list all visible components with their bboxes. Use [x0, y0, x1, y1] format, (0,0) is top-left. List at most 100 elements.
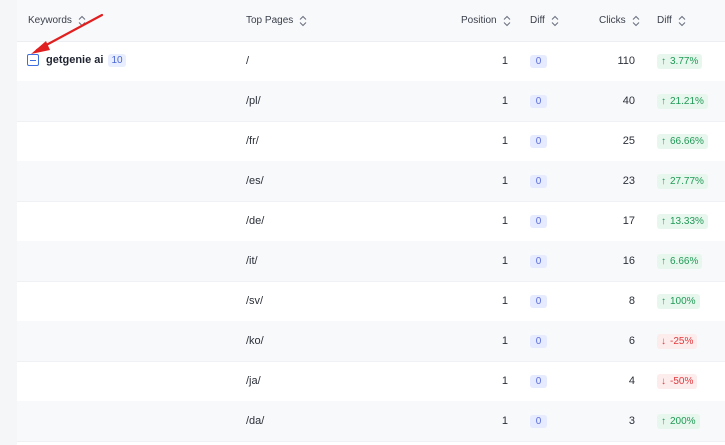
clicks-value: 25: [622, 135, 635, 147]
clicks-diff-value: -50%: [670, 375, 694, 387]
top-page-link[interactable]: /ja/: [246, 361, 261, 401]
column-header-top-pages-label: Top Pages: [246, 15, 294, 26]
arrow-up-icon: ↑: [661, 295, 666, 307]
table-row[interactable]: /pl/1 0 40 ↑ 21.21%: [17, 81, 725, 122]
position-diff-cell: 0: [530, 81, 547, 121]
clicks-diff-value: 6.66%: [670, 255, 699, 267]
clicks-diff-badge: ↓ -50%: [657, 373, 698, 389]
keyword-page-count-badge: 10: [108, 53, 126, 67]
position-diff-cell: 0: [530, 41, 547, 81]
position-diff-badge: 0: [530, 254, 547, 268]
position-value: 1: [501, 255, 508, 267]
collapse-icon[interactable]: [27, 54, 39, 66]
clicks-diff-badge: ↑ 13.33%: [657, 213, 708, 229]
clicks-diff-cell: ↑ 6.66%: [657, 241, 703, 281]
arrow-down-icon: ↓: [661, 375, 666, 387]
table-row[interactable]: /sv/1 0 8 ↑ 100%: [17, 281, 725, 322]
position-value: 1: [501, 135, 508, 147]
sort-icon[interactable]: [631, 14, 641, 28]
clicks-value: 6: [628, 335, 635, 347]
arrow-up-icon: ↑: [661, 415, 666, 427]
clicks-diff-badge: ↑ 21.21%: [657, 93, 708, 109]
table-header: Keywords Top Pages Position Diff Clicks …: [17, 0, 725, 42]
top-page-link[interactable]: /fr/: [246, 121, 259, 161]
position-diff-cell: 0: [530, 121, 547, 161]
arrow-up-icon: ↑: [661, 95, 666, 107]
arrow-up-icon: ↑: [661, 55, 666, 67]
position-diff-cell: 0: [530, 361, 547, 401]
clicks-diff-cell: ↓ -50%: [657, 361, 698, 401]
clicks-diff-value: 200%: [670, 415, 696, 427]
keywords-table: Keywords Top Pages Position Diff Clicks …: [17, 0, 725, 445]
position-value: 1: [501, 215, 508, 227]
top-page-link[interactable]: /de/: [246, 201, 264, 241]
clicks-diff-cell: ↑ 3.77%: [657, 41, 703, 81]
column-header-clicks[interactable]: Clicks: [599, 0, 641, 41]
column-header-position-diff-label: Diff: [530, 15, 545, 26]
column-header-position-label: Position: [461, 15, 497, 26]
table-row[interactable]: /ja/1 0 4 ↓ -50%: [17, 361, 725, 402]
position-diff-badge: 0: [530, 374, 547, 388]
sort-icon[interactable]: [298, 14, 308, 28]
top-page-link[interactable]: /ko/: [246, 321, 264, 361]
table-row[interactable]: /es/1 0 23 ↑ 27.77%: [17, 161, 725, 202]
clicks-diff-badge: ↑ 6.66%: [657, 253, 703, 269]
position-value: 1: [501, 55, 508, 67]
clicks-diff-badge: ↓ -25%: [657, 333, 698, 349]
column-header-position[interactable]: Position: [461, 0, 512, 41]
position-value: 1: [501, 335, 508, 347]
clicks-diff-cell: ↑ 21.21%: [657, 81, 708, 121]
clicks-diff-cell: ↑ 27.77%: [657, 161, 708, 201]
top-page-link[interactable]: /it/: [246, 241, 258, 281]
position-value: 1: [501, 375, 508, 387]
position-diff-badge: 0: [530, 294, 547, 308]
column-header-clicks-diff[interactable]: Diff: [657, 0, 687, 41]
arrow-up-icon: ↑: [661, 135, 666, 147]
top-page-link[interactable]: /: [246, 41, 249, 81]
table-row[interactable]: /ko/1 0 6 ↓ -25%: [17, 321, 725, 362]
clicks-diff-value: 3.77%: [670, 55, 699, 67]
table-row[interactable]: /de/1 0 17 ↑ 13.33%: [17, 201, 725, 242]
table-row[interactable]: /fr/1 0 25 ↑ 66.66%: [17, 121, 725, 162]
table-row[interactable]: /da/1 0 3 ↑ 200%: [17, 401, 725, 442]
clicks-diff-value: 66.66%: [670, 135, 704, 147]
column-header-top-pages[interactable]: Top Pages: [246, 0, 308, 41]
top-page-link[interactable]: /sv/: [246, 281, 263, 321]
position-diff-cell: 0: [530, 241, 547, 281]
position-diff-badge: 0: [530, 134, 547, 148]
arrow-up-icon: ↑: [661, 215, 666, 227]
clicks-diff-value: 13.33%: [670, 215, 704, 227]
sort-icon[interactable]: [550, 14, 560, 28]
clicks-value: 23: [622, 175, 635, 187]
position-diff-badge: 0: [530, 214, 547, 228]
top-page-link[interactable]: /da/: [246, 401, 264, 441]
clicks-diff-value: 100%: [670, 295, 696, 307]
position-diff-badge: 0: [530, 54, 547, 68]
arrow-down-icon: ↓: [661, 335, 666, 347]
sort-icon[interactable]: [502, 14, 512, 28]
sort-icon[interactable]: [677, 14, 687, 28]
keyword-group-toggle[interactable]: getgenie ai 10: [27, 40, 126, 80]
clicks-diff-badge: ↑ 66.66%: [657, 133, 708, 149]
sort-icon[interactable]: [77, 14, 87, 28]
clicks-diff-badge: ↑ 3.77%: [657, 53, 703, 69]
top-page-link[interactable]: /es/: [246, 161, 264, 201]
position-diff-cell: 0: [530, 401, 547, 441]
clicks-diff-cell: ↓ -25%: [657, 321, 698, 361]
position-diff-badge: 0: [530, 174, 547, 188]
column-header-keywords[interactable]: Keywords: [28, 0, 87, 41]
position-value: 1: [501, 295, 508, 307]
position-diff-cell: 0: [530, 161, 547, 201]
clicks-diff-value: -25%: [670, 335, 694, 347]
position-value: 1: [501, 95, 508, 107]
table-row[interactable]: /it/1 0 16 ↑ 6.66%: [17, 241, 725, 282]
clicks-diff-value: 27.77%: [670, 175, 704, 187]
column-header-clicks-diff-label: Diff: [657, 15, 672, 26]
column-header-position-diff[interactable]: Diff: [530, 0, 560, 41]
clicks-value: 16: [622, 255, 635, 267]
clicks-diff-badge: ↑ 100%: [657, 293, 700, 309]
column-header-keywords-label: Keywords: [28, 15, 72, 26]
top-page-link[interactable]: /pl/: [246, 81, 261, 121]
arrow-up-icon: ↑: [661, 175, 666, 187]
position-diff-cell: 0: [530, 201, 547, 241]
